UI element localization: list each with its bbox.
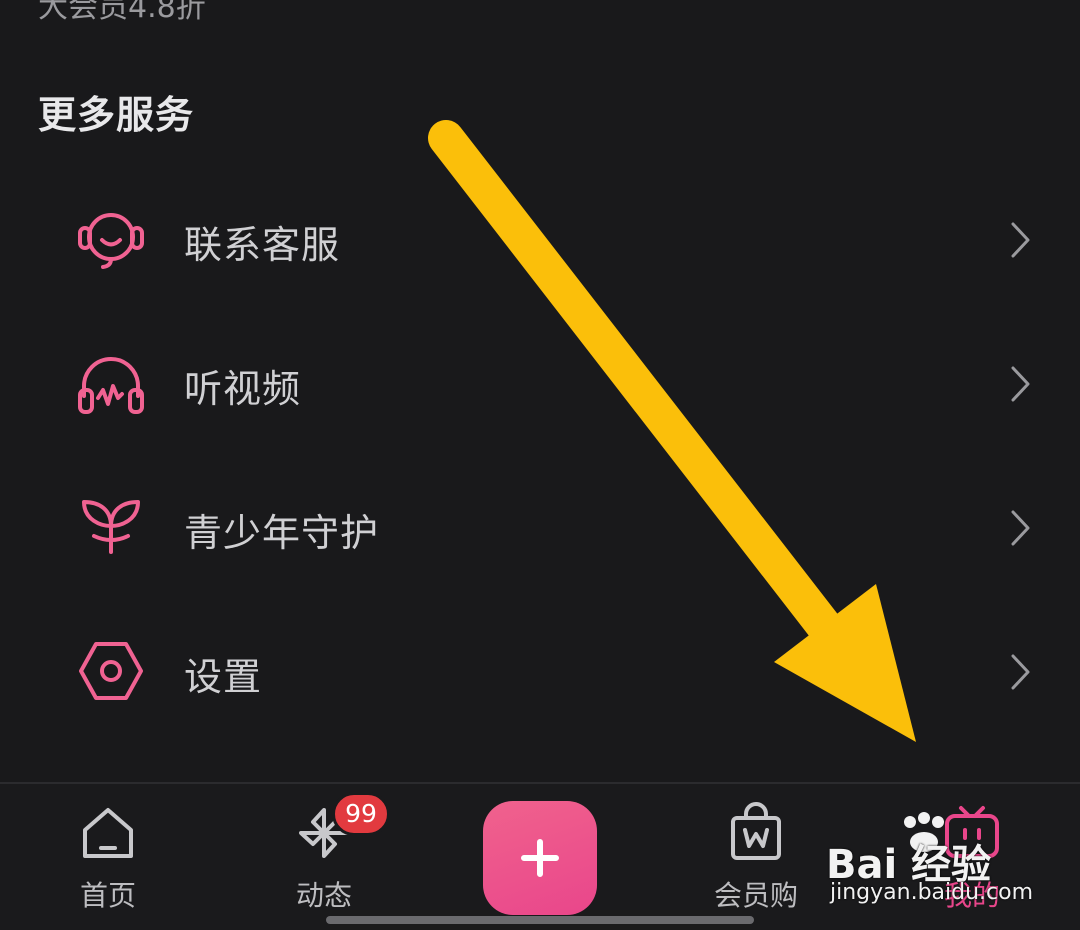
home-indicator (326, 916, 754, 924)
sprout-icon (82, 500, 140, 554)
chevron-right-icon (1011, 654, 1030, 690)
service-item-label: 听视频 (184, 367, 302, 411)
tab-label: 首页 (79, 879, 136, 912)
service-item-label: 联系客服 (184, 223, 341, 267)
chevron-right-icon (1011, 222, 1030, 258)
plus-icon (521, 839, 559, 877)
tab-label: 会员购 (713, 879, 798, 912)
tab-vip-shop[interactable]: 会员购 (676, 784, 836, 930)
shopping-bag-icon (731, 802, 781, 860)
settings-hexagon-icon (79, 642, 143, 700)
service-item-label: 设置 (184, 655, 263, 699)
headset-icon (78, 213, 144, 269)
service-item-listen-video[interactable]: 听视频 (0, 320, 1080, 440)
chevron-right-icon (1011, 366, 1030, 402)
service-item-settings[interactable]: 设置 (0, 608, 1080, 728)
service-item-label: 青少年守护 (184, 511, 380, 555)
headphones-icon (78, 357, 144, 414)
home-icon (83, 808, 133, 858)
section-title: 更多服务 (38, 93, 195, 137)
service-item-customer-service[interactable]: 联系客服 (0, 176, 1080, 296)
notification-badge: 99 (332, 792, 390, 836)
partial-promo-text: 大会员4.8折 (38, 0, 206, 25)
publish-plus-button[interactable] (483, 801, 597, 915)
tab-dynamics[interactable]: 99 动态 (244, 784, 404, 930)
tab-label: 动态 (295, 879, 352, 912)
service-item-teen-protection[interactable]: 青少年守护 (0, 464, 1080, 584)
chevron-right-icon (1011, 510, 1030, 546)
baidu-jingyan-watermark: Bai 经验 jingyan.baidu.com (826, 812, 1036, 912)
tab-home[interactable]: 首页 (28, 784, 188, 930)
watermark-url: jingyan.baidu.com (830, 880, 1034, 905)
